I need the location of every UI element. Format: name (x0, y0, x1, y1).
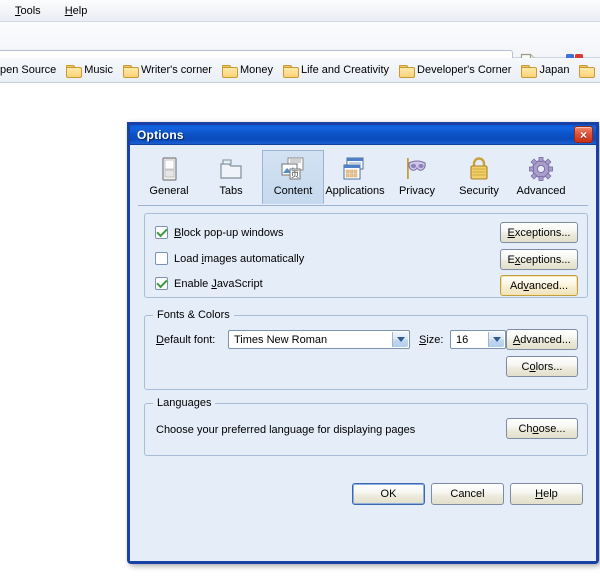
folder-icon (521, 64, 538, 78)
tab-tabs[interactable]: Tabs (200, 150, 262, 204)
tab-content-label: Content (273, 185, 313, 197)
dialog-title: Options (137, 127, 184, 142)
tab-general[interactable]: General (138, 150, 200, 204)
bookmark-item[interactable]: pen Source (0, 62, 61, 78)
bookmark-item[interactable]: Life and Creativity (278, 62, 394, 78)
tab-security-label: Security (459, 185, 499, 197)
menu-help-label-rest: elp (72, 5, 88, 17)
tab-security[interactable]: Security (448, 150, 510, 204)
general-icon (154, 155, 184, 183)
choose-language-button[interactable]: Ch o ose... (506, 418, 578, 439)
folder-icon (66, 64, 83, 78)
languages-description: Choose your preferred language for displ… (156, 424, 416, 436)
bookmark-label: Developer's Corner (417, 64, 512, 76)
checkbox-row-load-images: Load images automatically (155, 252, 304, 265)
colors-button[interactable]: Co lors... (506, 356, 578, 377)
menu-tools-label-rest: ools (20, 5, 41, 17)
font-size-select[interactable]: 16 (450, 330, 506, 349)
languages-group: Languages Choose your preferred language… (144, 397, 588, 456)
chevron-down-icon (392, 332, 408, 347)
checkbox-row-block-popups: Block pop-up windows (155, 226, 283, 239)
advanced-gear-icon (526, 155, 556, 183)
checkbox-load-images[interactable] (155, 252, 168, 265)
chevron-down-icon (488, 332, 504, 347)
folder-icon (283, 64, 299, 78)
navigation-toolbar (0, 22, 600, 74)
bookmark-label: Money (239, 64, 273, 76)
tab-applications[interactable]: Applications (324, 150, 386, 204)
checkbox-block-popups[interactable] (155, 226, 168, 239)
tab-privacy-label: Privacy (398, 185, 436, 197)
tab-applications-label: Applications (325, 185, 385, 197)
browser-window: Tools Help pen Source Music Writer's cor… (0, 0, 600, 578)
checkbox-row-enable-javascript: Enable JavaScript (155, 277, 263, 290)
close-button[interactable]: × (574, 126, 593, 143)
bookmark-label: Writer's corner (141, 64, 212, 76)
help-button[interactable]: Help (510, 483, 583, 505)
checkbox-load-images-label: Load images automatically (174, 252, 305, 265)
font-size-label: Size: (419, 334, 444, 346)
default-font-label: Default font: (156, 334, 216, 346)
dialog-body: General Tabs 页 Content Applications Priv… (130, 145, 596, 561)
dialog-button-bar: OK Cancel Help (130, 483, 596, 539)
bookmark-item[interactable]: Developer's Corner (394, 62, 516, 78)
exceptions-images-button[interactable]: Ex ceptions... (500, 249, 578, 270)
security-lock-icon (464, 155, 494, 183)
folder-icon (123, 64, 139, 78)
menu-help[interactable]: Help (62, 4, 91, 18)
tab-tabs-label: Tabs (219, 185, 243, 197)
close-icon: × (579, 127, 587, 142)
default-font-select[interactable]: Times New Roman (228, 330, 410, 349)
bookmark-item[interactable]: Money (217, 62, 278, 78)
browser-menubar: Tools Help (0, 0, 600, 22)
font-size-value: 16 (456, 333, 469, 346)
options-dialog: Options × General Tabs 页 Content Applica… (127, 122, 599, 564)
bookmark-item[interactable]: Music (61, 62, 118, 78)
bookmark-item[interactable]: Japan (516, 62, 574, 78)
ok-button[interactable]: OK (352, 483, 425, 505)
javascript-advanced-button[interactable]: Ad v anced... (500, 275, 578, 296)
cancel-button[interactable]: Cancel (431, 483, 504, 505)
menubar-items: Tools Help (12, 4, 90, 18)
fonts-group-title: Fonts & Colors (153, 309, 234, 321)
options-tabstrip: General Tabs 页 Content Applications Priv… (138, 150, 588, 206)
fonts-and-colors-group: Fonts & Colors Default font: Times New R… (144, 309, 588, 390)
bookmark-item[interactable] (574, 63, 598, 78)
folder-icon (579, 64, 596, 78)
tab-advanced[interactable]: Advanced (510, 150, 572, 204)
exceptions-popups-button[interactable]: Exceptions... (500, 222, 578, 243)
dialog-titlebar: Options × (130, 122, 596, 145)
bookmark-label: pen Source (0, 64, 57, 76)
content-icon: 页 (278, 155, 308, 183)
tab-advanced-label: Advanced (516, 185, 566, 197)
tab-general-label: General (149, 185, 189, 197)
languages-group-title: Languages (153, 397, 216, 409)
folder-icon (221, 64, 238, 78)
applications-icon (340, 155, 370, 183)
menu-tools[interactable]: Tools (12, 4, 44, 18)
bookmarks-toolbar: pen Source Music Writer's corner Money L… (0, 58, 600, 83)
bookmark-label: Music (84, 64, 113, 76)
bookmark-label: Japan (539, 64, 570, 76)
default-font-value: Times New Roman (234, 333, 328, 346)
privacy-mask-icon (402, 155, 432, 183)
bookmark-label: Life and Creativity (301, 64, 390, 76)
tabs-icon (216, 155, 246, 183)
fonts-advanced-button[interactable]: Advanced... (506, 329, 578, 350)
bookmark-item[interactable]: Writer's corner (118, 62, 217, 78)
folder-icon (399, 64, 416, 78)
checkbox-enable-javascript-label: Enable JavaScript (174, 277, 263, 290)
checkbox-enable-javascript[interactable] (155, 277, 168, 290)
checkbox-block-popups-label: Block pop-up windows (174, 226, 284, 239)
tab-privacy[interactable]: Privacy (386, 150, 448, 204)
content-options-panel: Block pop-up windows Exceptions... Load … (144, 213, 588, 298)
svg-text:页: 页 (291, 170, 299, 179)
tab-content[interactable]: 页 Content (262, 150, 324, 204)
